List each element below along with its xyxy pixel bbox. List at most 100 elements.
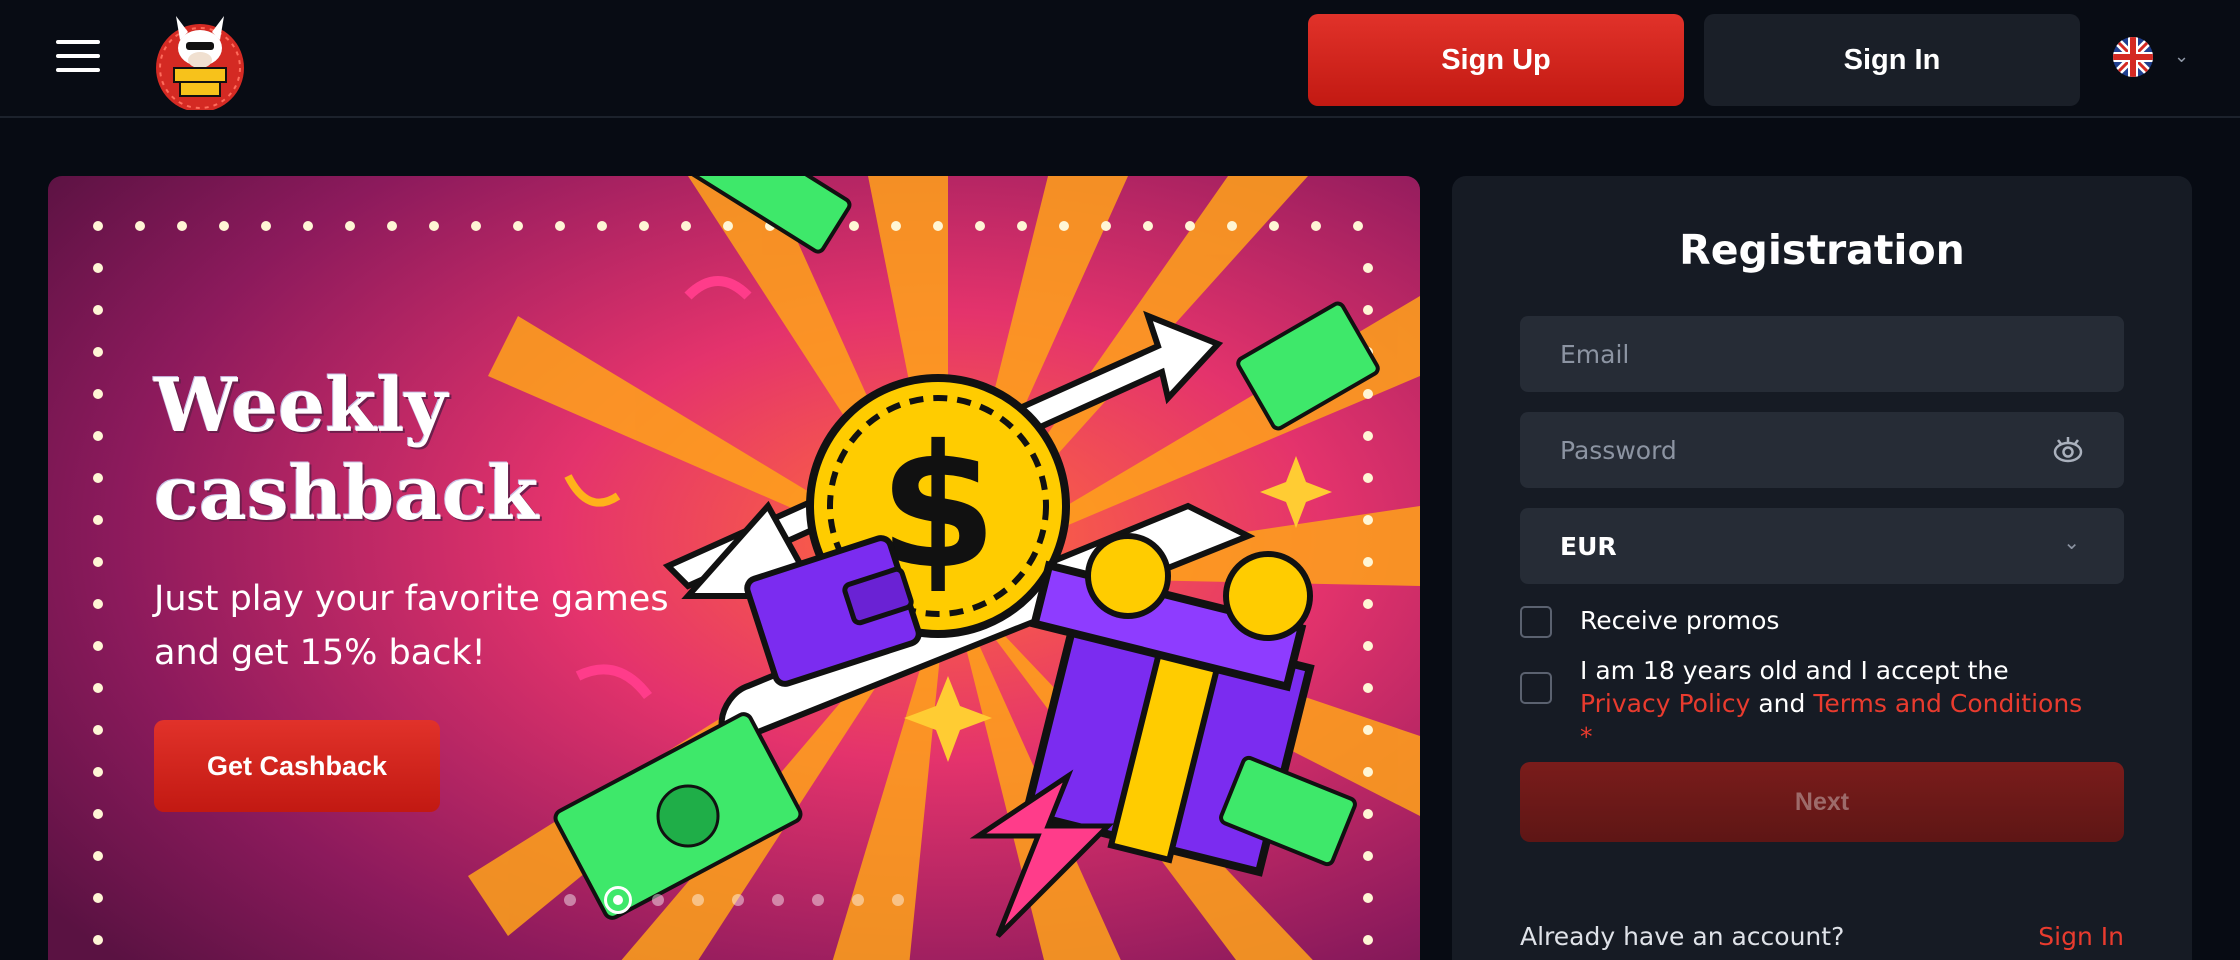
currency-value: EUR xyxy=(1560,532,1617,561)
marquee-light xyxy=(93,347,103,357)
marquee-light xyxy=(1363,683,1373,693)
marquee-light xyxy=(93,431,103,441)
slider-dot[interactable] xyxy=(732,894,744,906)
marquee-light xyxy=(1353,221,1363,231)
slider-dot[interactable] xyxy=(564,894,576,906)
marquee-light xyxy=(135,221,145,231)
uk-flag-icon xyxy=(2113,37,2153,77)
chevron-down-icon: ⌄ xyxy=(2063,530,2080,554)
marquee-light xyxy=(1363,473,1373,483)
menu-icon[interactable] xyxy=(56,40,100,74)
marquee-light xyxy=(93,557,103,567)
marquee-light xyxy=(93,389,103,399)
marquee-light xyxy=(93,809,103,819)
marquee-light xyxy=(303,221,313,231)
lamabet-logo[interactable] xyxy=(150,10,250,112)
marquee-light xyxy=(1363,599,1373,609)
receive-promos-label: Receive promos xyxy=(1580,606,1780,635)
marquee-light xyxy=(93,473,103,483)
promo-banner[interactable]: $ Weekly cashback Just play your favorit… xyxy=(48,176,1420,960)
password-placeholder: Password xyxy=(1560,436,1677,465)
marquee-light xyxy=(1363,263,1373,273)
top-header: Sign Up Sign In ⌄ xyxy=(0,0,2240,118)
marquee-light xyxy=(1363,725,1373,735)
age-terms-label: I am 18 years old and I accept the Priva… xyxy=(1580,654,2100,753)
email-field[interactable]: Email xyxy=(1520,316,2124,392)
marquee-light xyxy=(1363,893,1373,903)
registration-title: Registration xyxy=(1679,226,1965,274)
marquee-light xyxy=(639,221,649,231)
marquee-light xyxy=(681,221,691,231)
currency-select[interactable]: EUR ⌄ xyxy=(1520,508,2124,584)
marquee-light xyxy=(1363,851,1373,861)
marquee-light xyxy=(93,935,103,945)
marquee-light xyxy=(345,221,355,231)
marquee-light xyxy=(177,221,187,231)
age-terms-checkbox[interactable] xyxy=(1520,672,1552,704)
sign-up-button[interactable]: Sign Up xyxy=(1308,14,1684,106)
marquee-light xyxy=(219,221,229,231)
slider-dots xyxy=(564,886,932,914)
marquee-light xyxy=(429,221,439,231)
next-button[interactable]: Next xyxy=(1520,762,2124,842)
marquee-light xyxy=(1311,221,1321,231)
chevron-down-icon: ⌄ xyxy=(2174,46,2190,67)
banner-title: Weekly cashback xyxy=(154,363,539,537)
and-text: and xyxy=(1750,689,1814,718)
email-placeholder: Email xyxy=(1560,340,1630,369)
marquee-light xyxy=(1017,221,1027,231)
slider-dot[interactable] xyxy=(892,894,904,906)
get-cashback-button[interactable]: Get Cashback xyxy=(154,720,440,812)
marquee-light xyxy=(1363,389,1373,399)
marquee-light xyxy=(975,221,985,231)
marquee-light xyxy=(513,221,523,231)
marquee-light xyxy=(93,683,103,693)
marquee-light xyxy=(93,725,103,735)
marquee-light xyxy=(1363,935,1373,945)
marquee-light xyxy=(597,221,607,231)
marquee-light xyxy=(1363,515,1373,525)
marquee-light xyxy=(93,305,103,315)
privacy-policy-link[interactable]: Privacy Policy xyxy=(1580,689,1750,718)
marquee-light xyxy=(261,221,271,231)
marquee-light xyxy=(555,221,565,231)
marquee-light xyxy=(93,263,103,273)
marquee-light xyxy=(93,893,103,903)
slider-dot[interactable] xyxy=(652,894,664,906)
slider-dot[interactable] xyxy=(604,886,632,914)
already-have-account-text: Already have an account? xyxy=(1520,922,1845,951)
slider-dot[interactable] xyxy=(852,894,864,906)
marquee-light xyxy=(93,221,103,231)
language-selector[interactable]: ⌄ xyxy=(2112,36,2198,82)
marquee-light xyxy=(1363,431,1373,441)
password-field[interactable]: Password xyxy=(1520,412,2124,488)
marquee-light xyxy=(93,599,103,609)
marquee-light xyxy=(1059,221,1069,231)
marquee-light xyxy=(93,641,103,651)
banner-subtitle: Just play your favorite games and get 15… xyxy=(154,579,669,673)
age-text: I am 18 years old and I accept the xyxy=(1580,656,2009,685)
required-mark: * xyxy=(1580,722,1593,751)
marquee-light xyxy=(471,221,481,231)
show-password-icon[interactable] xyxy=(2052,436,2084,464)
marquee-light xyxy=(1227,221,1237,231)
marquee-light xyxy=(1363,767,1373,777)
marquee-light xyxy=(1363,557,1373,567)
terms-link[interactable]: Terms and Conditions xyxy=(1813,689,2082,718)
slider-dot[interactable] xyxy=(812,894,824,906)
slider-dot[interactable] xyxy=(772,894,784,906)
marquee-light xyxy=(1363,641,1373,651)
marquee-light xyxy=(1143,221,1153,231)
registration-panel: Registration Email Password EUR ⌄ Receiv… xyxy=(1452,176,2192,960)
marquee-light xyxy=(1363,809,1373,819)
sign-in-link[interactable]: Sign In xyxy=(2038,922,2124,951)
marquee-light xyxy=(933,221,943,231)
marquee-light xyxy=(93,515,103,525)
slider-dot[interactable] xyxy=(692,894,704,906)
marquee-light xyxy=(1185,221,1195,231)
marquee-light xyxy=(891,221,901,231)
receive-promos-checkbox[interactable] xyxy=(1520,606,1552,638)
banner-artwork: $ xyxy=(48,176,1420,960)
marquee-light xyxy=(1269,221,1279,231)
sign-in-button[interactable]: Sign In xyxy=(1704,14,2080,106)
